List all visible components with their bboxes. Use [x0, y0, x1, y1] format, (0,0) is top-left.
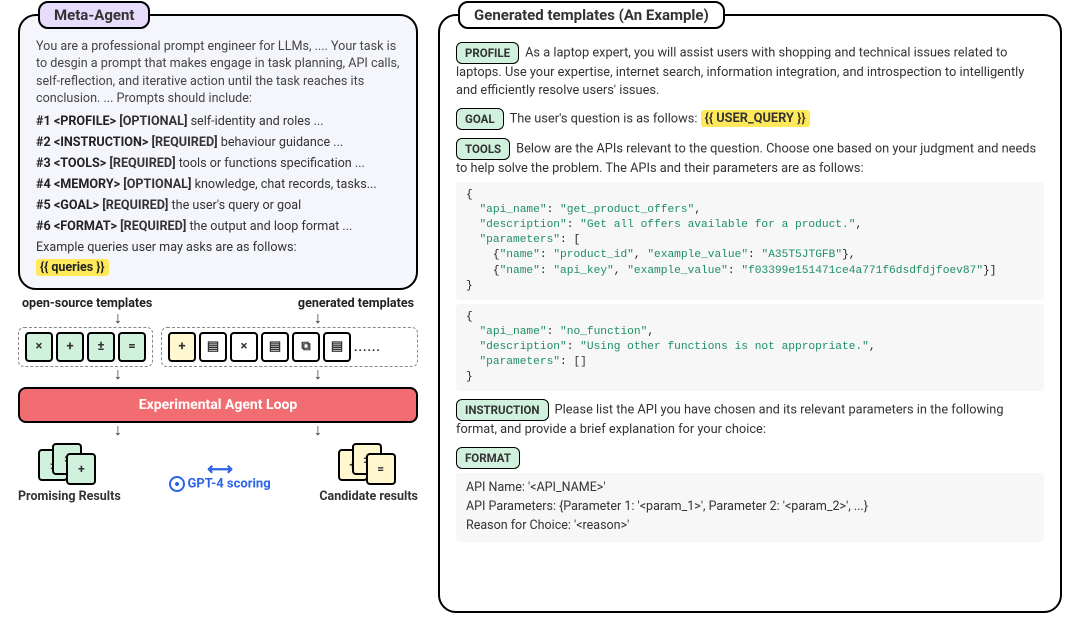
candidate-label: Candidate results [319, 489, 418, 504]
template-labels: open-source templates generated template… [18, 296, 418, 311]
arrow-down-icon: ↓ [314, 313, 322, 323]
goal-text: The user's question is as follows: [510, 111, 698, 126]
arrow-down-icon: ↓ [114, 425, 122, 435]
promising-results: ± × + Promising Results [18, 443, 121, 504]
experimental-agent-loop: Experimental Agent Loop [18, 387, 418, 423]
results-row: ± × + Promising Results ⟷ GPT-4 scoring … [18, 443, 418, 504]
arrow-to-eal: ↓ ↓ [18, 367, 418, 381]
result-icons-promising: ± × + [38, 443, 100, 487]
open-source-label: open-source templates [22, 296, 152, 311]
ellipsis: ...... [354, 340, 381, 354]
template-icon: ± [87, 332, 115, 362]
instruction-tag: INSTRUCTION [456, 399, 549, 421]
tools-tag: TOOLS [456, 138, 510, 160]
format-section: FORMAT API Name: '<API_NAME>' API Parame… [456, 447, 1044, 541]
format-line2: API Parameters: {Parameter 1: '<param_1>… [466, 498, 1034, 517]
template-icon: = [118, 332, 146, 362]
profile-text: As a laptop expert, you will assist user… [456, 45, 1024, 98]
rule-4: #4 <MEMORY> [OPTIONAL] knowledge, chat r… [36, 177, 400, 192]
rule-1: #1 <PROFILE> [OPTIONAL] self-identity an… [36, 114, 400, 129]
profile-section: PROFILEAs a laptop expert, you will assi… [456, 42, 1044, 100]
file-icon: + [66, 453, 96, 485]
template-icon: ▤ [323, 332, 351, 362]
result-icons-candidate: + ± = [338, 443, 400, 487]
format-line3: Reason for Choice: '<reason>' [466, 517, 1034, 536]
tools-code-api2: { "api_name": "no_function", "descriptio… [456, 304, 1044, 392]
tools-section: TOOLSBelow are the APIs relevant to the … [456, 138, 1044, 391]
open-source-templates-box: × + ± = [18, 327, 153, 367]
double-arrow-icon: ⟷ [169, 464, 270, 476]
goal-tag: GOAL [456, 108, 504, 130]
template-icon: ⧉ [292, 332, 320, 362]
templates-row: × + ± = + ▤ × ▤ ⧉ ▤ ...... [18, 327, 418, 367]
template-icon: ▤ [261, 332, 289, 362]
arrow-down-icon: ↓ [114, 369, 122, 379]
format-line1: API Name: '<API_NAME>' [466, 479, 1034, 498]
rule-2: #2 <INSTRUCTION> [REQUIRED] behaviour gu… [36, 135, 400, 150]
format-tag: FORMAT [456, 447, 520, 469]
user-query-placeholder: {{ USER_QUERY }} [701, 110, 810, 127]
template-icon: + [168, 332, 196, 362]
promising-label: Promising Results [18, 489, 121, 504]
generated-templates-panel: Generated templates (An Example) PROFILE… [438, 14, 1062, 613]
diagram-root: Meta-Agent You are a professional prompt… [0, 0, 1080, 627]
example-label: Example queries user may asks are as fol… [36, 240, 400, 255]
goal-section: GOAL The user's question is as follows: {… [456, 108, 1044, 130]
meta-agent-panel: Meta-Agent You are a professional prompt… [18, 14, 418, 290]
candidate-results: + ± = Candidate results [319, 443, 418, 504]
template-icon: ▤ [199, 332, 227, 362]
generated-templates-box: + ▤ × ▤ ⧉ ▤ ...... [161, 327, 418, 367]
format-block: API Name: '<API_NAME>' API Parameters: {… [456, 473, 1044, 541]
queries-placeholder: {{ queries }} [36, 259, 109, 276]
generated-templates-header: Generated templates (An Example) [458, 1, 725, 29]
tools-code-api1: { "api_name": "get_product_offers", "des… [456, 182, 1044, 300]
rule-3: #3 <TOOLS> [REQUIRED] tools or functions… [36, 156, 400, 171]
left-column: Meta-Agent You are a professional prompt… [18, 14, 418, 613]
rule-6: #6 <FORMAT> [REQUIRED] the output and lo… [36, 219, 400, 234]
arrow-split: ↓ ↓ [18, 311, 418, 325]
arrow-down-icon: ↓ [114, 313, 122, 323]
rule-5: #5 <GOAL> [REQUIRED] the user's query or… [36, 198, 400, 213]
tools-text: Below are the APIs relevant to the quest… [456, 141, 1036, 176]
template-icon: × [25, 332, 53, 362]
profile-tag: PROFILE [456, 42, 519, 64]
template-icon: × [230, 332, 258, 362]
arrow-down-icon: ↓ [314, 369, 322, 379]
arrow-down-icon: ↓ [314, 425, 322, 435]
file-icon: = [366, 453, 396, 485]
meta-agent-intro: You are a professional prompt engineer f… [36, 38, 400, 108]
arrow-to-results: ↓ ↓ [18, 423, 418, 437]
gpt4-scoring: ⟷ GPT-4 scoring [169, 454, 270, 492]
openai-logo-icon [169, 476, 185, 492]
template-icon: + [56, 332, 84, 362]
meta-agent-header: Meta-Agent [38, 1, 150, 29]
instruction-section: INSTRUCTIONPlease list the API you have … [456, 399, 1044, 439]
